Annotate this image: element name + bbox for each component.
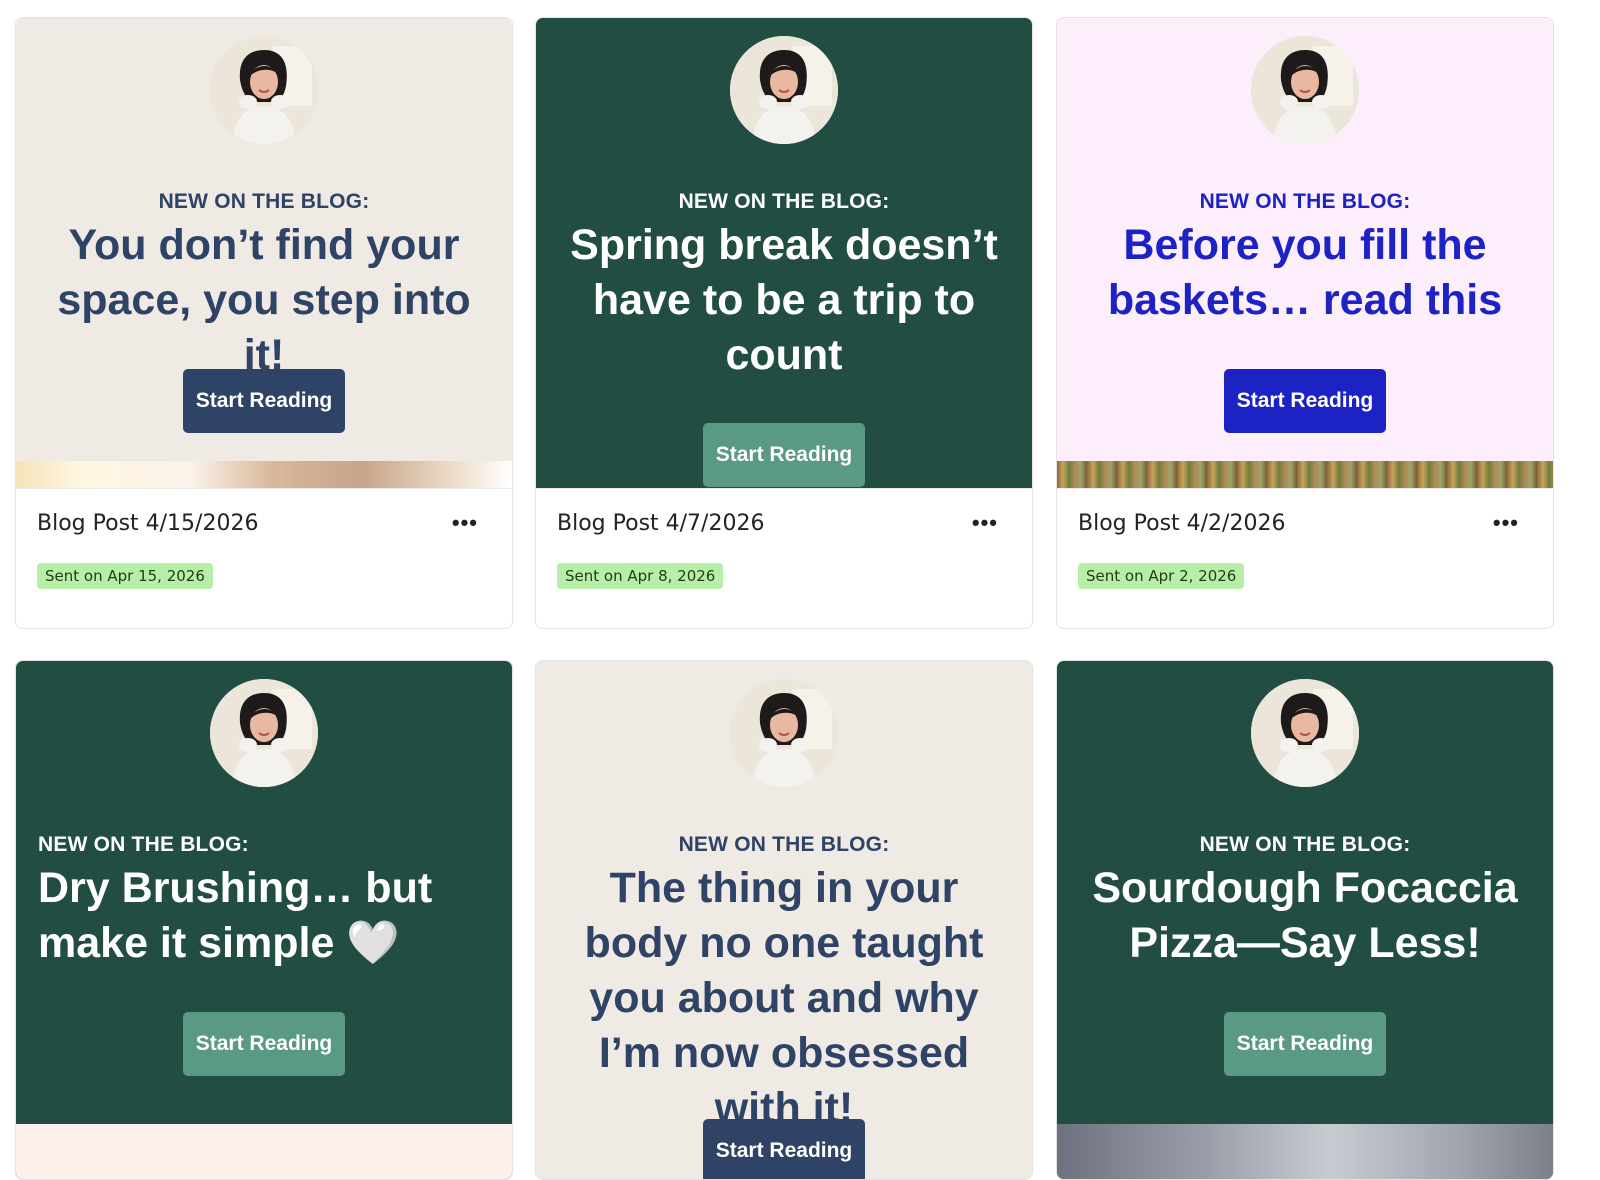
email-title: Blog Post 4/2/2026 [1078, 511, 1286, 536]
status-badge: Sent on Apr 15, 2026 [37, 563, 213, 589]
preview-kicker: NEW ON THE BLOG: [38, 833, 249, 856]
preview-image-strip [1057, 1124, 1553, 1179]
preview-kicker: NEW ON THE BLOG: [1199, 833, 1411, 856]
email-preview[interactable]: NEW ON THE BLOG: Before you fill the bas… [1057, 18, 1553, 488]
author-avatar [1251, 36, 1359, 144]
preview-headline: Spring break doesn’t have to be a trip t… [570, 221, 998, 379]
email-card[interactable]: NEW ON THE BLOG: The thing in your body … [535, 660, 1033, 1180]
email-preview[interactable]: NEW ON THE BLOG: Dry Brushing… but make … [16, 661, 512, 1179]
email-preview[interactable]: NEW ON THE BLOG: The thing in your body … [536, 661, 1032, 1179]
email-preview[interactable]: NEW ON THE BLOG: You don’t find your spa… [16, 18, 512, 488]
preview-image-strip [16, 461, 512, 488]
preview-headline: Sourdough Focaccia Pizza—Say Less! [1092, 864, 1518, 967]
preview-headline: Before you fill the baskets… read this [1107, 221, 1503, 324]
start-reading-button[interactable]: Start Reading [703, 1119, 865, 1179]
email-card[interactable]: NEW ON THE BLOG: Sourdough Focaccia Pizz… [1056, 660, 1554, 1180]
email-preview[interactable]: NEW ON THE BLOG: Spring break doesn’t ha… [536, 18, 1032, 488]
email-card[interactable]: NEW ON THE BLOG: You don’t find your spa… [15, 17, 513, 629]
preview-kicker: NEW ON THE BLOG: [1199, 190, 1411, 213]
preview-headline: Dry Brushing… but make it simple 🤍 [38, 864, 433, 967]
email-template-grid: NEW ON THE BLOG: You don’t find your spa… [0, 0, 1600, 1180]
preview-kicker: NEW ON THE BLOG: [158, 190, 370, 213]
start-reading-button[interactable]: Start Reading [1224, 369, 1386, 433]
email-title: Blog Post 4/7/2026 [557, 511, 765, 536]
author-avatar [210, 679, 318, 787]
card-meta: Blog Post 4/2/2026 ••• Sent on Apr 2, 20… [1057, 488, 1553, 611]
more-options-icon[interactable]: ••• [972, 512, 998, 534]
card-meta: Blog Post 4/7/2026 ••• Sent on Apr 8, 20… [536, 488, 1032, 611]
start-reading-button[interactable]: Start Reading [183, 369, 345, 433]
start-reading-button[interactable]: Start Reading [1224, 1012, 1386, 1076]
preview-kicker: NEW ON THE BLOG: [678, 190, 890, 213]
start-reading-button[interactable]: Start Reading [183, 1012, 345, 1076]
preview-headline: You don’t find your space, you step into… [57, 221, 471, 379]
preview-kicker: NEW ON THE BLOG: [678, 833, 890, 856]
email-card[interactable]: NEW ON THE BLOG: Spring break doesn’t ha… [535, 17, 1033, 629]
more-options-icon[interactable]: ••• [1493, 512, 1519, 534]
email-title: Blog Post 4/15/2026 [37, 511, 259, 536]
more-options-icon[interactable]: ••• [452, 512, 478, 534]
preview-image-strip [16, 1124, 512, 1179]
author-avatar [730, 36, 838, 144]
author-avatar [730, 679, 838, 787]
email-card[interactable]: NEW ON THE BLOG: Dry Brushing… but make … [15, 660, 513, 1180]
email-card[interactable]: NEW ON THE BLOG: Before you fill the bas… [1056, 17, 1554, 629]
status-badge: Sent on Apr 2, 2026 [1078, 563, 1245, 589]
preview-image-strip [1057, 461, 1553, 488]
start-reading-button[interactable]: Start Reading [703, 423, 865, 487]
email-preview[interactable]: NEW ON THE BLOG: Sourdough Focaccia Pizz… [1057, 661, 1553, 1179]
status-badge: Sent on Apr 8, 2026 [557, 563, 724, 589]
author-avatar [1251, 679, 1359, 787]
author-avatar [210, 36, 318, 144]
preview-headline: The thing in your body no one taught you… [584, 864, 984, 1132]
card-meta: Blog Post 4/15/2026 ••• Sent on Apr 15, … [16, 488, 512, 611]
